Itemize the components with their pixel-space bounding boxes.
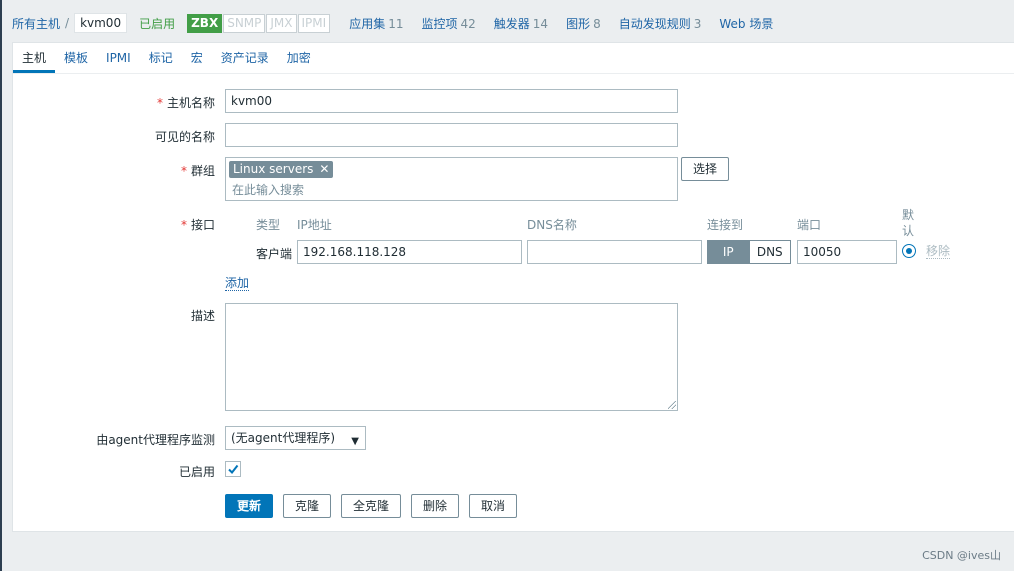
tab-inventory[interactable]: 资产记录 — [212, 43, 278, 73]
visible-name-label: 可见的名称 — [154, 130, 215, 144]
interface-port-input[interactable]: 10050 — [797, 240, 897, 264]
nav-applications-label: 应用集 — [349, 16, 386, 31]
nav-web-label: Web 场景 — [719, 16, 774, 31]
connect-ip-option[interactable]: IP — [707, 240, 750, 264]
proxy-label: 由agent代理程序监测 — [96, 433, 215, 447]
tab-templates[interactable]: 模板 — [55, 43, 97, 73]
tab-host[interactable]: 主机 — [13, 43, 56, 73]
tab-macros[interactable]: 宏 — [182, 43, 212, 73]
interface-remove-link[interactable]: 移除 — [926, 245, 951, 259]
visible-name-input[interactable] — [225, 123, 678, 147]
interface-col-type: 类型 — [256, 218, 281, 232]
host-navigation: 所有主机 / kvm00 已启用 ZBX SNMP JMX IPMI 应用集 11… — [12, 11, 791, 35]
form-tabs: 主机 模板 IPMI 标记 宏 资产记录 加密 — [13, 43, 320, 73]
availability-badges: ZBX SNMP JMX IPMI — [187, 13, 331, 33]
interface-col-dns: DNS名称 — [527, 218, 577, 232]
group-chip: Linux servers ✕ — [229, 161, 334, 178]
groups-label: * 群组 — [13, 162, 215, 179]
interface-type-agent: 客户端 — [256, 247, 293, 261]
interface-default-radio[interactable] — [902, 244, 916, 258]
availability-snmp: SNMP — [223, 13, 266, 33]
nav-items[interactable]: 监控项 42 — [421, 15, 475, 32]
nav-graphs-label: 图形 — [566, 16, 591, 31]
nav-triggers-count: 14 — [532, 16, 549, 31]
breadcrumb-current-host[interactable]: kvm00 — [74, 13, 128, 33]
tab-encryption[interactable]: 加密 — [278, 43, 320, 73]
nav-triggers-label: 触发器 — [493, 16, 530, 31]
tab-divider — [13, 73, 1014, 74]
watermark: CSDN @ives山 — [922, 549, 1001, 562]
availability-jmx: JMX — [266, 13, 297, 33]
delete-button[interactable]: 删除 — [411, 494, 459, 518]
chevron-down-icon: ▼ — [351, 436, 359, 447]
proxy-select-value: (无agent代理程序) — [231, 431, 336, 445]
interface-connect-toggle: IP DNS — [707, 240, 791, 264]
interface-add-link[interactable]: 添加 — [225, 277, 250, 291]
interface-col-ip: IP地址 — [297, 218, 332, 232]
host-form-panel: 主机 模板 IPMI 标记 宏 资产记录 加密 * 主机名称 kvm00 可见的名… — [12, 42, 1014, 532]
interface-ip-input[interactable]: 192.168.118.128 — [297, 240, 522, 264]
nav-discovery-count: 3 — [693, 16, 702, 31]
hostname-label-text: 主机名称 — [166, 96, 215, 110]
breadcrumb-separator: / — [65, 16, 70, 30]
interface-dns-input[interactable] — [527, 240, 702, 264]
clone-button[interactable]: 克隆 — [283, 494, 331, 518]
full-clone-button[interactable]: 全克隆 — [341, 494, 401, 518]
breadcrumb-all-hosts[interactable]: 所有主机 — [12, 15, 60, 32]
description-label: 描述 — [190, 309, 215, 323]
groups-select-button[interactable]: 选择 — [681, 157, 729, 181]
description-textarea[interactable] — [225, 303, 678, 411]
interface-col-port: 端口 — [797, 218, 822, 232]
left-edge-bar — [0, 0, 2, 571]
availability-zbx: ZBX — [187, 13, 223, 33]
nav-items-count: 42 — [460, 16, 476, 31]
close-icon[interactable]: ✕ — [319, 162, 329, 176]
enabled-checkbox[interactable] — [225, 461, 241, 477]
groups-multiselect[interactable]: Linux servers ✕ 在此输入搜索 — [225, 157, 678, 201]
update-button[interactable]: 更新 — [225, 494, 273, 518]
availability-ipmi: IPMI — [297, 13, 331, 33]
resize-grip-icon[interactable] — [668, 401, 676, 409]
tab-tags[interactable]: 标记 — [140, 43, 182, 73]
nav-applications[interactable]: 应用集 11 — [349, 15, 403, 32]
group-chip-label: Linux servers — [233, 162, 314, 176]
groups-label-text: 群组 — [190, 164, 215, 178]
required-marker: * — [180, 218, 187, 232]
tab-ipmi[interactable]: IPMI — [97, 43, 140, 73]
enabled-label: 已启用 — [178, 465, 215, 479]
nav-applications-count: 11 — [388, 16, 404, 31]
host-status-enabled[interactable]: 已启用 — [139, 15, 175, 32]
required-marker: * — [180, 164, 187, 178]
interface-col-connect: 连接到 — [707, 218, 744, 232]
groups-search-placeholder[interactable]: 在此输入搜索 — [232, 181, 304, 198]
nav-graphs-count: 8 — [593, 16, 601, 31]
nav-items-label: 监控项 — [421, 16, 458, 31]
required-marker: * — [156, 96, 163, 110]
check-icon — [228, 464, 239, 475]
nav-discovery-label: 自动发现规则 — [618, 16, 691, 31]
connect-dns-option[interactable]: DNS — [749, 240, 791, 264]
hostname-label: * 主机名称 — [13, 94, 215, 111]
interface-col-default: 默认 — [902, 208, 915, 238]
nav-graphs[interactable]: 图形 8 — [566, 15, 601, 32]
interfaces-label-text: 接口 — [190, 218, 215, 232]
proxy-select[interactable]: (无agent代理程序) ▼ — [225, 426, 366, 450]
nav-triggers[interactable]: 触发器 14 — [494, 15, 548, 32]
cancel-button[interactable]: 取消 — [469, 494, 517, 518]
nav-web-scenarios[interactable]: Web 场景 — [719, 15, 773, 32]
nav-discovery-rules[interactable]: 自动发现规则 3 — [619, 15, 702, 32]
hostname-input[interactable]: kvm00 — [225, 89, 678, 113]
interfaces-label: * 接口 — [13, 216, 215, 233]
